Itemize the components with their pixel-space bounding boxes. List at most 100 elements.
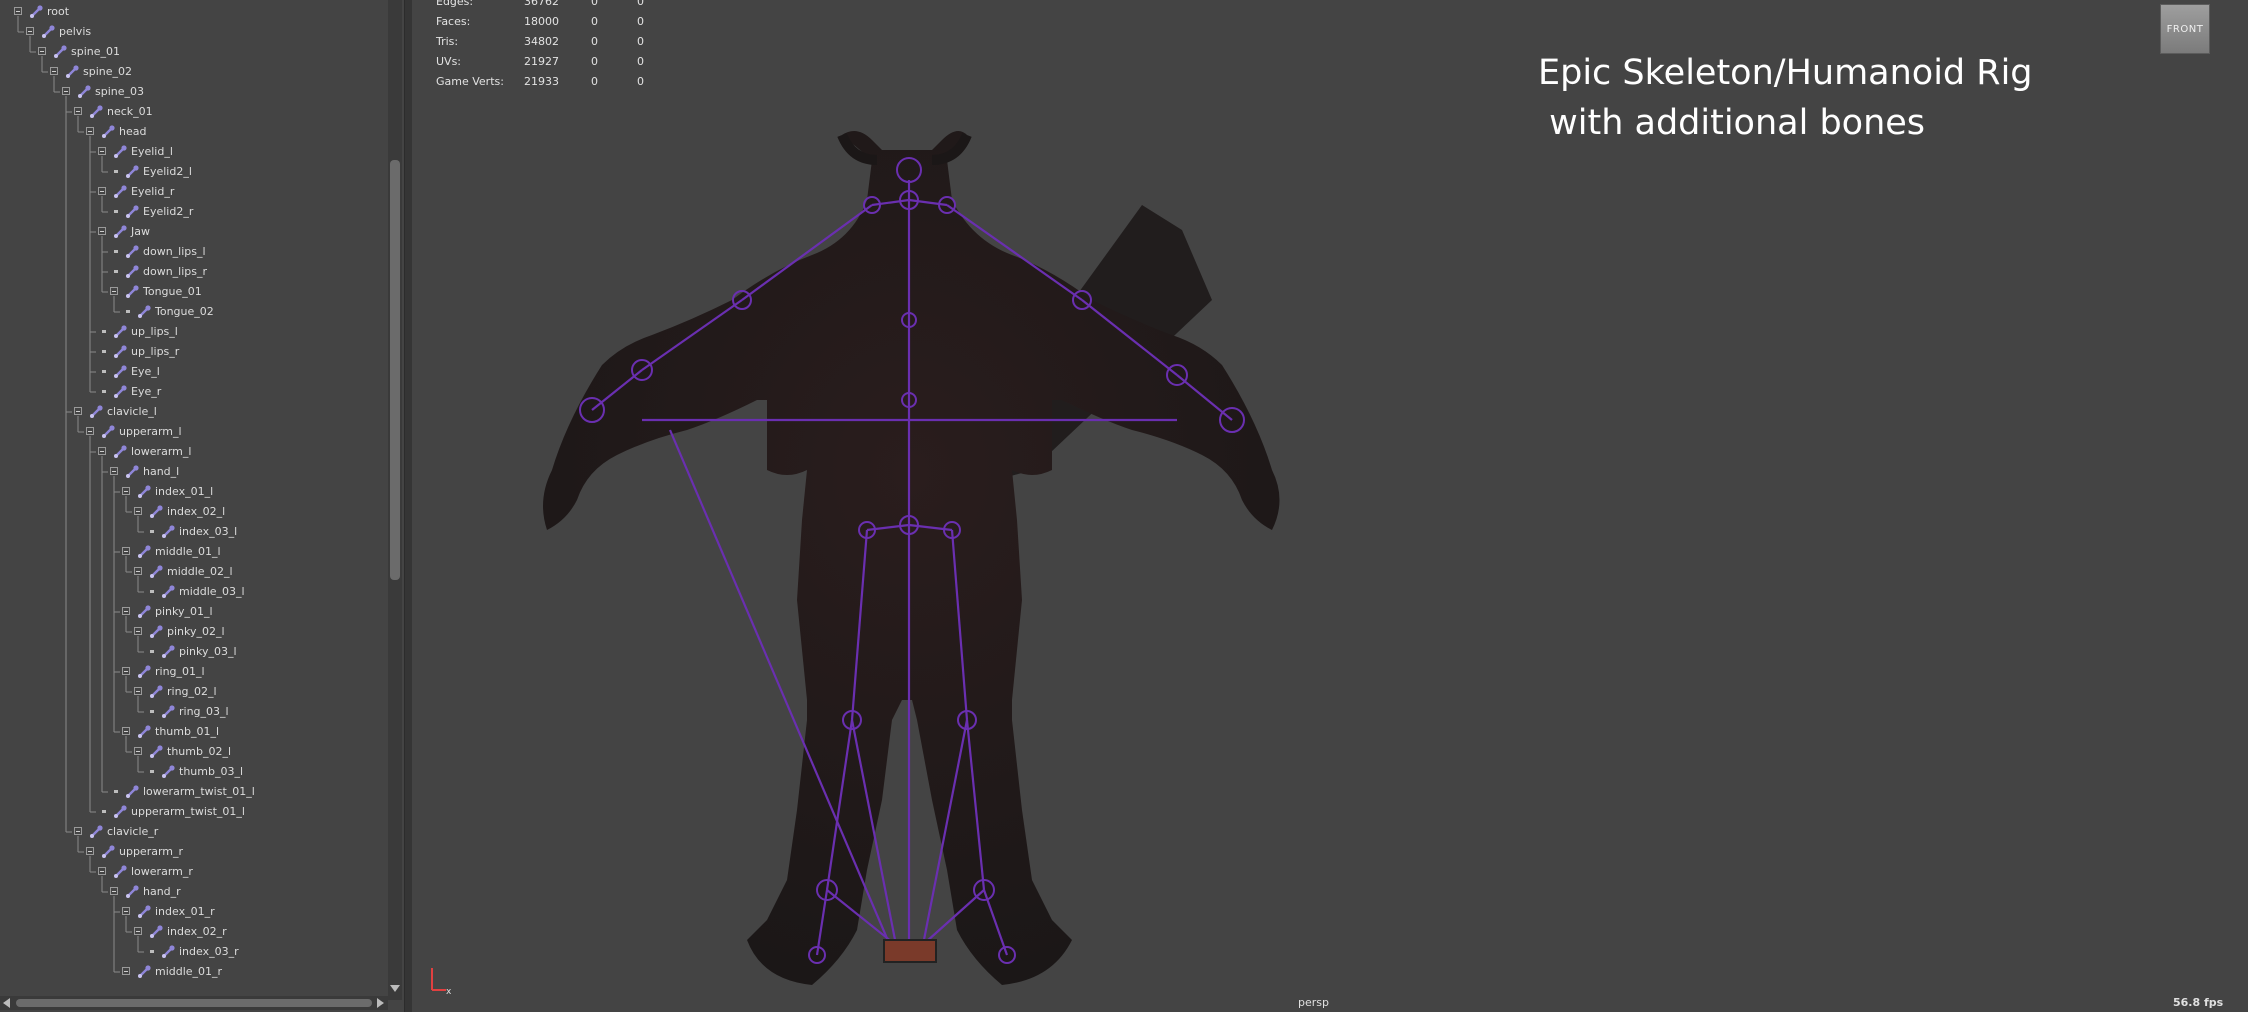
outliner-row[interactable]: Eyelid_l (0, 142, 392, 162)
collapse-toggle-icon[interactable] (86, 427, 94, 435)
collapse-toggle-icon[interactable] (38, 47, 46, 55)
collapse-toggle-icon[interactable] (134, 747, 142, 755)
outliner-row[interactable]: upperarm_r (0, 842, 392, 862)
outliner-row[interactable]: ring_03_l (0, 702, 392, 722)
outliner-row[interactable]: middle_01_r (0, 962, 392, 982)
outliner-row[interactable]: pinky_02_l (0, 622, 392, 642)
collapse-toggle-icon[interactable] (98, 867, 106, 875)
outliner-item-label: Tongue_02 (155, 305, 214, 318)
outliner-row[interactable]: down_lips_r (0, 262, 392, 282)
outliner-row[interactable]: lowerarm_r (0, 862, 392, 882)
outliner-row[interactable]: up_lips_l (0, 322, 392, 342)
outliner-row[interactable]: index_02_l (0, 502, 392, 522)
outliner-row[interactable]: clavicle_r (0, 822, 392, 842)
collapse-toggle-icon[interactable] (110, 287, 118, 295)
outliner-row[interactable]: thumb_03_l (0, 762, 392, 782)
outliner-row[interactable]: middle_03_l (0, 582, 392, 602)
outliner-row[interactable]: spine_03 (0, 82, 392, 102)
outliner-vertical-scrollbar[interactable] (388, 0, 402, 1000)
hud-row: Faces: 18000 0 0 (424, 12, 724, 32)
collapse-toggle-icon[interactable] (74, 827, 82, 835)
collapse-toggle-icon[interactable] (134, 627, 142, 635)
collapse-toggle-icon[interactable] (74, 407, 82, 415)
outliner-row[interactable]: Eye_l (0, 362, 392, 382)
outliner-row[interactable]: Eye_r (0, 382, 392, 402)
outliner-row[interactable]: lowerarm_l (0, 442, 392, 462)
collapse-toggle-icon[interactable] (110, 887, 118, 895)
scroll-left-arrow-icon[interactable] (3, 998, 10, 1008)
collapse-toggle-icon[interactable] (134, 687, 142, 695)
outliner-row[interactable]: head (0, 122, 392, 142)
outliner-row[interactable]: pinky_03_l (0, 642, 392, 662)
outliner-row[interactable]: index_03_l (0, 522, 392, 542)
collapse-toggle-icon[interactable] (98, 447, 106, 455)
view-cube[interactable]: FRONT (2160, 4, 2210, 54)
collapse-toggle-icon[interactable] (122, 727, 130, 735)
collapse-toggle-icon[interactable] (134, 567, 142, 575)
collapse-toggle-icon[interactable] (74, 107, 82, 115)
tree-branch-dot (150, 770, 154, 773)
collapse-toggle-icon[interactable] (110, 467, 118, 475)
outliner-item-label: lowerarm_l (131, 445, 192, 458)
outliner-row[interactable]: upperarm_twist_01_l (0, 802, 392, 822)
outliner-item-label: hand_l (143, 465, 180, 478)
outliner-row[interactable]: ring_01_l (0, 662, 392, 682)
collapse-toggle-icon[interactable] (134, 507, 142, 515)
outliner-row[interactable]: Tongue_01 (0, 282, 392, 302)
outliner-row[interactable]: ring_02_l (0, 682, 392, 702)
outliner-row[interactable]: index_02_r (0, 922, 392, 942)
outliner-row[interactable]: clavicle_l (0, 402, 392, 422)
outliner-row[interactable]: index_03_r (0, 942, 392, 962)
outliner-row[interactable]: thumb_02_l (0, 742, 392, 762)
collapse-toggle-icon[interactable] (98, 147, 106, 155)
collapse-toggle-icon[interactable] (122, 907, 130, 915)
collapse-toggle-icon[interactable] (62, 87, 70, 95)
outliner-row[interactable]: index_01_r (0, 902, 392, 922)
collapse-toggle-icon[interactable] (122, 967, 130, 975)
collapse-toggle-icon[interactable] (122, 547, 130, 555)
3d-viewport[interactable]: Edges: 36762 0 0 Faces: 18000 0 0 Tris: 34802 0 0 UV… (412, 0, 2248, 1012)
collapse-toggle-icon[interactable] (134, 927, 142, 935)
outliner-horizontal-scrollbar[interactable] (0, 996, 388, 1010)
outliner-row[interactable]: thumb_01_l (0, 722, 392, 742)
scroll-right-arrow-icon[interactable] (377, 998, 384, 1008)
outliner-row[interactable]: pinky_01_l (0, 602, 392, 622)
collapse-toggle-icon[interactable] (14, 7, 22, 15)
tree-branch-dot (102, 370, 106, 373)
outliner-row[interactable]: Eyelid2_l (0, 162, 392, 182)
outliner-vertical-scroll-thumb[interactable] (390, 160, 400, 580)
collapse-toggle-icon[interactable] (98, 187, 106, 195)
outliner-row[interactable]: root (0, 2, 392, 22)
collapse-toggle-icon[interactable] (122, 667, 130, 675)
collapse-toggle-icon[interactable] (86, 847, 94, 855)
outliner-row[interactable]: Eyelid_r (0, 182, 392, 202)
outliner-row[interactable]: pelvis (0, 22, 392, 42)
outliner-row[interactable]: down_lips_l (0, 242, 392, 262)
joint-icon (150, 625, 163, 638)
collapse-toggle-icon[interactable] (122, 487, 130, 495)
outliner-row[interactable]: upperarm_l (0, 422, 392, 442)
outliner-row[interactable]: up_lips_r (0, 342, 392, 362)
collapse-toggle-icon[interactable] (50, 67, 58, 75)
tree-branch-dot (150, 710, 154, 713)
outliner-item-label: Eye_r (131, 385, 162, 398)
outliner-row[interactable]: middle_01_l (0, 542, 392, 562)
outliner-row[interactable]: hand_r (0, 882, 392, 902)
collapse-toggle-icon[interactable] (86, 127, 94, 135)
outliner-row[interactable]: spine_01 (0, 42, 392, 62)
outliner-row[interactable]: Jaw (0, 222, 392, 242)
outliner-row[interactable]: lowerarm_twist_01_l (0, 782, 392, 802)
collapse-toggle-icon[interactable] (122, 607, 130, 615)
scroll-down-arrow-icon[interactable] (390, 985, 400, 992)
outliner-row[interactable]: hand_l (0, 462, 392, 482)
outliner-row[interactable]: spine_02 (0, 62, 392, 82)
outliner-horizontal-scroll-thumb[interactable] (16, 999, 372, 1007)
collapse-toggle-icon[interactable] (98, 227, 106, 235)
collapse-toggle-icon[interactable] (26, 27, 34, 35)
outliner-row[interactable]: middle_02_l (0, 562, 392, 582)
outliner-row[interactable]: Tongue_02 (0, 302, 392, 322)
outliner-row[interactable]: Eyelid2_r (0, 202, 392, 222)
outliner-row[interactable]: index_01_l (0, 482, 392, 502)
hud-row: UVs: 21927 0 0 (424, 52, 724, 72)
outliner-row[interactable]: neck_01 (0, 102, 392, 122)
